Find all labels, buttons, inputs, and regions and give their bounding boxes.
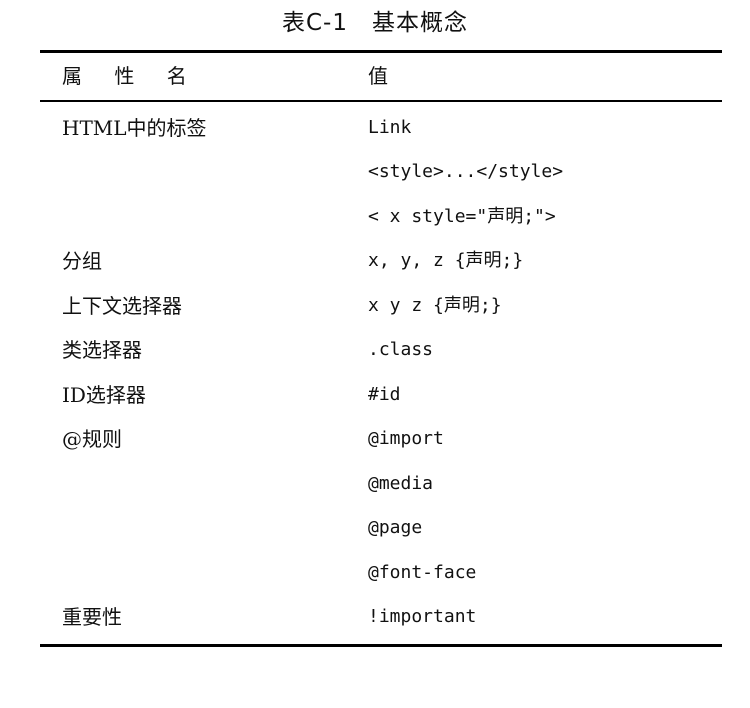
row-value: x, y, z {声明;} (368, 250, 524, 271)
header-value-column: 值 (368, 64, 388, 88)
row-value: @font-face (368, 561, 477, 583)
table-row: @规则 @import (40, 417, 722, 462)
row-name: 上下文选择器 (62, 293, 182, 318)
row-value: @import (368, 428, 444, 449)
table-row: 类选择器 .class (40, 328, 722, 373)
row-value: @media (368, 472, 434, 494)
table-row: @media (40, 462, 722, 507)
row-name: @规则 (62, 427, 122, 451)
table-row: @font-face (40, 551, 722, 596)
table-row: 重要性 !important (40, 595, 722, 640)
table-row: ID选择器 #id (40, 373, 722, 418)
table-row: < x style="声明;"> (40, 195, 722, 240)
table-caption: 表C-1 基本概念 (282, 10, 468, 36)
row-value: Link (368, 116, 412, 138)
table-row: 分组 x, y, z {声明;} (40, 239, 722, 284)
row-name: 分组 (62, 249, 102, 273)
table-body: HTML中的标签 Link <style>...</style> < x sty… (40, 102, 722, 644)
header-name-column: 属 性 名 (62, 64, 200, 88)
row-value: x y z {声明;} (368, 294, 502, 316)
table-header-row: 属 性 名 值 (40, 53, 722, 100)
table-bottom-rule (40, 643, 722, 647)
table-row: @page (40, 506, 722, 551)
row-name: ID选择器 (62, 382, 146, 407)
table-row: <style>...</style> (40, 150, 722, 195)
table-row: HTML中的标签 Link (40, 106, 722, 151)
row-name: 类选择器 (62, 338, 142, 362)
row-value: !important (368, 606, 477, 627)
row-value: <style>...</style> (368, 161, 564, 182)
table-row: 上下文选择器 x y z {声明;} (40, 284, 722, 329)
row-value: #id (368, 383, 401, 405)
row-name: 重要性 (62, 605, 122, 629)
concepts-table: 属 性 名 值 HTML中的标签 Link <style>...</style>… (40, 50, 722, 647)
row-value: < x style="声明;"> (368, 205, 556, 227)
row-value: @page (368, 517, 423, 538)
row-name: HTML中的标签 (62, 115, 207, 140)
row-value: .class (368, 339, 434, 360)
